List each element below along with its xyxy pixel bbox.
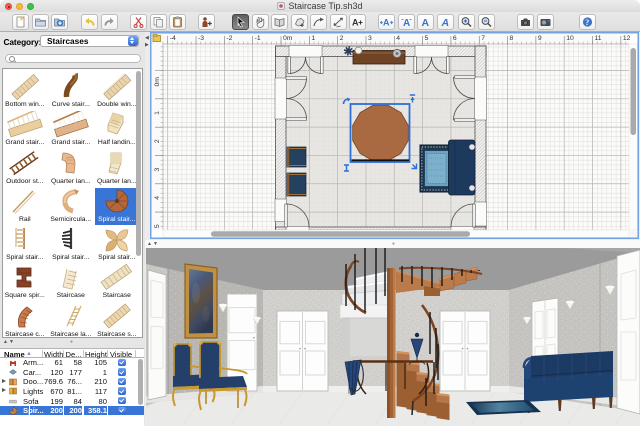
svg-text:8: 8	[510, 35, 514, 42]
svg-text:5: 5	[154, 224, 161, 228]
svg-text:-3: -3	[198, 35, 204, 42]
svg-text:7: 7	[481, 35, 485, 42]
svg-text:3: 3	[368, 35, 372, 42]
svg-text:A: A	[383, 18, 390, 28]
svg-text:10: 10	[566, 35, 574, 42]
svg-text:A: A	[352, 18, 359, 28]
svg-text:1: 1	[311, 35, 315, 42]
svg-text:A: A	[440, 17, 449, 28]
svg-text:4: 4	[396, 35, 400, 42]
svg-text:6: 6	[453, 35, 457, 42]
svg-text:0m: 0m	[154, 77, 161, 87]
svg-text:1: 1	[154, 111, 161, 115]
svg-text:A: A	[403, 18, 410, 28]
svg-text:9: 9	[538, 35, 542, 42]
svg-text:4: 4	[154, 196, 161, 200]
svg-text:3: 3	[154, 167, 161, 171]
svg-text:2: 2	[154, 139, 161, 143]
svg-text:0m: 0m	[283, 35, 293, 42]
svg-text:11: 11	[595, 35, 602, 42]
svg-text:-1: -1	[255, 35, 261, 42]
svg-text:2: 2	[340, 35, 344, 42]
svg-text:?: ?	[585, 18, 589, 27]
svg-text:-4: -4	[170, 35, 176, 42]
svg-text:5: 5	[425, 35, 429, 42]
svg-text:12: 12	[623, 35, 631, 42]
svg-text:A: A	[422, 17, 430, 28]
svg-text:-2: -2	[226, 35, 232, 42]
